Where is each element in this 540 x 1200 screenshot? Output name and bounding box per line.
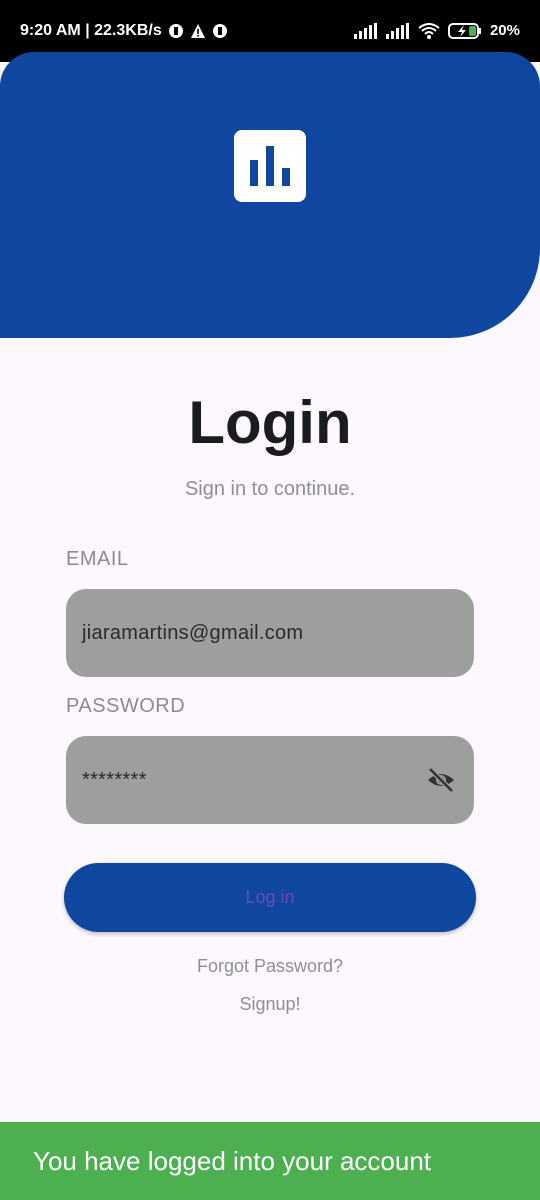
eye-off-icon[interactable] [426, 766, 456, 794]
password-label: PASSWORD [66, 695, 186, 717]
email-label: EMAIL [66, 548, 129, 570]
snackbar-message: You have logged into your account [0, 1122, 540, 1200]
warning-icon [190, 24, 205, 38]
app-logo [234, 130, 306, 202]
status-left: 9:20 AM | 22.3KB/s [20, 22, 228, 40]
data-icon [168, 24, 183, 38]
signup-link[interactable]: Signup! [0, 994, 540, 1015]
login-button[interactable]: Log in [64, 863, 476, 932]
wifi-icon [418, 22, 440, 39]
battery-percent: 20% [489, 22, 520, 39]
page-title: Login [188, 389, 352, 456]
signal-icon [385, 22, 409, 39]
signal-icon [353, 22, 377, 39]
email-field[interactable]: jiaramartins@gmail.com [66, 589, 474, 677]
battery-charging-icon [447, 22, 481, 39]
status-right: 20% [353, 22, 520, 39]
page-subtitle: Sign in to continue. [184, 478, 356, 500]
password-value: ******** [82, 769, 147, 791]
email-value: jiaramartins@gmail.com [82, 622, 304, 644]
password-field[interactable]: ******** [66, 736, 474, 824]
status-time-speed: 9:20 AM | 22.3KB/s [20, 22, 162, 39]
forgot-password-link[interactable]: Forgot Password? [0, 956, 540, 977]
data-icon [212, 24, 227, 38]
